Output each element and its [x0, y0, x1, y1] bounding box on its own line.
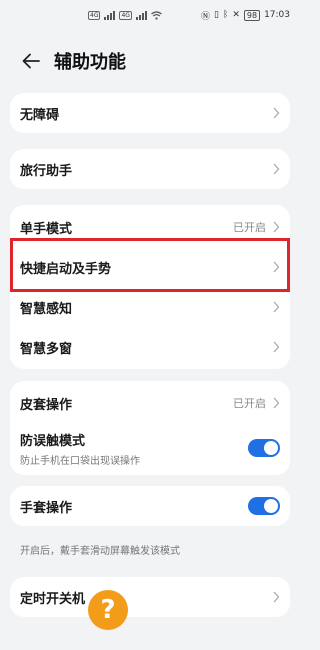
- row-smart-perception[interactable]: 智慧感知: [10, 287, 290, 327]
- signal-icon: [104, 10, 116, 20]
- arrow-left-icon: [22, 53, 40, 69]
- row-label: 皮套操作: [20, 397, 73, 413]
- help-button[interactable]: ?: [88, 590, 128, 630]
- row-state: 已开启: [233, 221, 266, 234]
- row-right: [272, 163, 280, 175]
- card-travel: 旅行助手: [10, 149, 290, 189]
- nfc-icon: Ⓝ: [200, 11, 210, 22]
- row-right: [272, 301, 280, 313]
- row-right: 已开启: [233, 395, 280, 411]
- page-title: 辅助功能: [54, 52, 126, 73]
- chevron-right-icon: [273, 163, 280, 175]
- chevron-right-icon: [273, 261, 280, 273]
- row-label: 单手模式: [20, 221, 73, 237]
- row-right: [248, 439, 280, 457]
- row-one-hand-mode[interactable]: 单手模式 已开启: [10, 207, 290, 247]
- wifi-icon: [151, 10, 162, 20]
- row-accessibility[interactable]: 无障碍: [10, 93, 290, 133]
- row-accidental-touch[interactable]: 防误触模式 防止手机在口袋出现误操作: [10, 423, 290, 473]
- row-shortcuts-gestures[interactable]: 快捷启动及手势: [10, 247, 290, 287]
- bluetooth-icon: ᛒ: [222, 10, 229, 20]
- chevron-right-icon: [273, 301, 280, 313]
- row-state: 已开启: [233, 397, 266, 410]
- row-label: 手套操作: [20, 500, 73, 516]
- toggle-knob: [264, 441, 278, 455]
- battery-icon: 98: [243, 9, 261, 21]
- chevron-right-icon: [273, 591, 280, 603]
- row-right: [272, 261, 280, 273]
- accidental-touch-toggle[interactable]: [248, 439, 280, 457]
- card-accessibility: 无障碍: [10, 93, 290, 133]
- row-right: [272, 591, 280, 603]
- page-header: 辅助功能: [0, 42, 300, 80]
- status-right: Ⓝ ▯ ᛒ ✕ 98 17:03: [201, 9, 290, 22]
- row-travel-assistant[interactable]: 旅行助手: [10, 149, 290, 189]
- row-label: 快捷启动及手势: [20, 261, 112, 277]
- signal-icon: [135, 10, 147, 20]
- row-smart-multiwindow[interactable]: 智慧多窗: [10, 327, 290, 367]
- status-time: 17:03: [264, 10, 290, 20]
- card-cover: 皮套操作 已开启 防误触模式 防止手机在口袋出现误操作: [10, 381, 290, 475]
- row-textcol: 防误触模式 防止手机在口袋出现误操作: [20, 430, 140, 467]
- toggle-knob: [264, 499, 278, 513]
- chevron-right-icon: [273, 397, 280, 409]
- row-label: 无障碍: [20, 107, 60, 123]
- row-scheduled-power[interactable]: 定时开关机: [10, 577, 290, 617]
- chevron-right-icon: [273, 221, 280, 233]
- row-label: 智慧感知: [20, 301, 73, 317]
- row-label: 防误触模式: [20, 433, 86, 449]
- status-left: 4G 4G: [88, 10, 162, 20]
- chevron-right-icon: [273, 107, 280, 119]
- glove-mode-toggle[interactable]: [248, 497, 280, 515]
- card-glove: 手套操作: [10, 486, 290, 526]
- card-gestures: 单手模式 已开启 快捷启动及手势 智慧感知 智慧多窗: [10, 205, 290, 369]
- row-right: [272, 107, 280, 119]
- vibrate-icon: ▯: [213, 10, 219, 20]
- status-bar: 4G 4G Ⓝ ▯ ᛒ ✕ 98 17:03: [0, 0, 300, 30]
- row-label: 定时开关机: [20, 591, 86, 607]
- question-mark-icon: ?: [100, 595, 116, 625]
- row-right: [272, 341, 280, 353]
- row-right: 已开启: [233, 219, 280, 235]
- sim2-indicator: 4G: [119, 10, 132, 20]
- chevron-right-icon: [273, 341, 280, 353]
- sim1-indicator: 4G: [88, 10, 101, 20]
- row-subtitle: 防止手机在口袋出现误操作: [20, 455, 140, 467]
- row-glove-mode[interactable]: 手套操作: [10, 486, 290, 526]
- row-label: 旅行助手: [20, 163, 73, 179]
- row-right: [248, 497, 280, 515]
- mute-icon: ✕: [232, 10, 240, 20]
- glove-note: 开启后，戴手套滑动屏幕触发该模式: [20, 546, 180, 557]
- row-cover-operation[interactable]: 皮套操作 已开启: [10, 383, 290, 423]
- row-label: 智慧多窗: [20, 341, 73, 357]
- back-button[interactable]: [18, 48, 44, 74]
- card-scheduled: 定时开关机: [10, 577, 290, 617]
